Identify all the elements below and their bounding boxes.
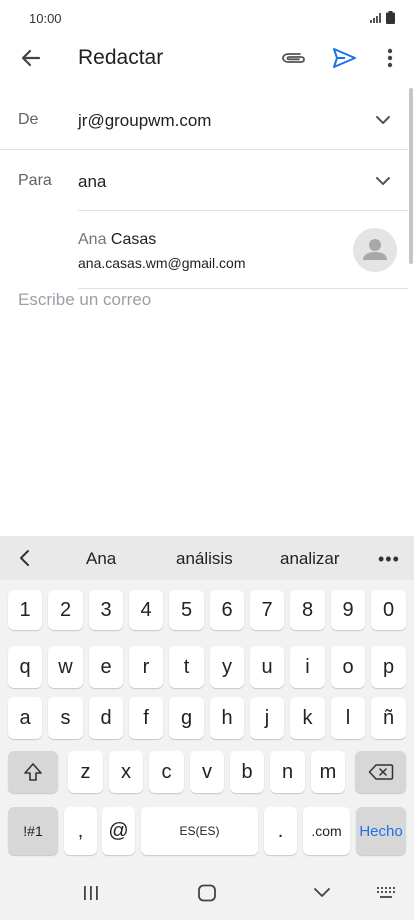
- send-icon[interactable]: [330, 45, 358, 71]
- attach-icon[interactable]: [279, 45, 307, 71]
- more-options-icon[interactable]: [378, 44, 402, 72]
- status-bar: 10:00: [0, 0, 414, 36]
- space-key[interactable]: ES(ES): [141, 807, 258, 855]
- key-b[interactable]: b: [230, 751, 264, 793]
- divider: [78, 288, 408, 289]
- key-w[interactable]: w: [48, 646, 83, 688]
- word-suggestion[interactable]: Ana: [86, 549, 116, 569]
- battery-icon: [386, 11, 395, 24]
- key-c[interactable]: c: [149, 751, 184, 793]
- done-key[interactable]: Hecho: [356, 807, 406, 855]
- key-n-tilde[interactable]: ñ: [371, 697, 406, 739]
- key-j[interactable]: j: [250, 697, 284, 739]
- key-y[interactable]: y: [210, 646, 244, 688]
- key-1[interactable]: 1: [8, 590, 42, 630]
- key-v[interactable]: v: [190, 751, 224, 793]
- to-input[interactable]: ana: [78, 172, 106, 192]
- key-u[interactable]: u: [250, 646, 284, 688]
- key-o[interactable]: o: [331, 646, 365, 688]
- key-t[interactable]: t: [169, 646, 204, 688]
- contact-name: Ana Casas: [78, 231, 156, 249]
- keyboard-switch-icon[interactable]: [376, 886, 398, 905]
- key-g[interactable]: g: [169, 697, 204, 739]
- key-m[interactable]: m: [311, 751, 345, 793]
- key-q[interactable]: q: [8, 646, 42, 688]
- key-9[interactable]: 9: [331, 590, 365, 630]
- key-8[interactable]: 8: [290, 590, 325, 630]
- key-f[interactable]: f: [129, 697, 163, 739]
- status-icons: [370, 11, 395, 24]
- shift-icon: [24, 763, 42, 781]
- chevron-down-icon[interactable]: [372, 109, 394, 131]
- page-title: Redactar: [78, 46, 164, 69]
- key-h[interactable]: h: [210, 697, 244, 739]
- to-label: Para: [18, 172, 52, 189]
- key-i[interactable]: i: [290, 646, 325, 688]
- key-n[interactable]: n: [270, 751, 305, 793]
- more-suggestions-icon[interactable]: •••: [378, 549, 400, 570]
- suggestion-bar: Ana análisis analizar •••: [0, 536, 414, 580]
- home-icon[interactable]: [197, 884, 217, 907]
- contact-email: ana.casas.wm@gmail.com: [78, 255, 246, 271]
- key-z[interactable]: z: [68, 751, 103, 793]
- comma-key[interactable]: ,: [64, 807, 97, 855]
- shift-key[interactable]: [8, 751, 58, 793]
- dotcom-key[interactable]: .com: [303, 807, 350, 855]
- key-e[interactable]: e: [89, 646, 123, 688]
- key-d[interactable]: d: [89, 697, 123, 739]
- app-bar: Redactar: [0, 36, 414, 80]
- to-row[interactable]: Para ana: [0, 150, 408, 210]
- key-r[interactable]: r: [129, 646, 163, 688]
- key-4[interactable]: 4: [129, 590, 163, 630]
- contact-name-match: Ana: [78, 231, 107, 248]
- key-l[interactable]: l: [331, 697, 365, 739]
- from-value[interactable]: jr@groupwm.com: [78, 111, 211, 131]
- contact-name-rest: Casas: [106, 231, 157, 248]
- word-suggestion[interactable]: análisis: [176, 549, 233, 569]
- from-label: De: [18, 111, 39, 128]
- status-time: 10:00: [29, 11, 62, 26]
- key-k[interactable]: k: [290, 697, 325, 739]
- word-suggestion[interactable]: analizar: [280, 549, 340, 569]
- avatar-icon: [353, 228, 397, 272]
- recents-icon[interactable]: [82, 884, 100, 907]
- chevron-left-icon[interactable]: [16, 548, 34, 568]
- key-a[interactable]: a: [8, 697, 42, 739]
- from-row[interactable]: De jr@groupwm.com: [0, 90, 408, 150]
- signal-icon: [370, 12, 381, 23]
- key-6[interactable]: 6: [210, 590, 244, 630]
- key-p[interactable]: p: [371, 646, 406, 688]
- scrollbar[interactable]: [409, 88, 413, 264]
- body-input[interactable]: Escribe un correo: [18, 290, 151, 310]
- key-7[interactable]: 7: [250, 590, 284, 630]
- key-x[interactable]: x: [109, 751, 143, 793]
- key-2[interactable]: 2: [48, 590, 83, 630]
- key-3[interactable]: 3: [89, 590, 123, 630]
- key-0[interactable]: 0: [371, 590, 406, 630]
- navigation-bar: [0, 862, 414, 920]
- at-key[interactable]: @: [102, 807, 135, 855]
- backspace-icon: [368, 764, 393, 780]
- symbols-key[interactable]: !#1: [8, 807, 58, 855]
- period-key[interactable]: .: [264, 807, 297, 855]
- backspace-key[interactable]: [355, 751, 406, 793]
- key-5[interactable]: 5: [169, 590, 204, 630]
- chevron-down-icon[interactable]: [372, 170, 394, 192]
- contact-suggestion[interactable]: Ana Casas ana.casas.wm@gmail.com: [0, 211, 408, 288]
- back-arrow-icon[interactable]: [17, 44, 45, 72]
- key-s[interactable]: s: [48, 697, 83, 739]
- hide-keyboard-icon[interactable]: [312, 886, 332, 905]
